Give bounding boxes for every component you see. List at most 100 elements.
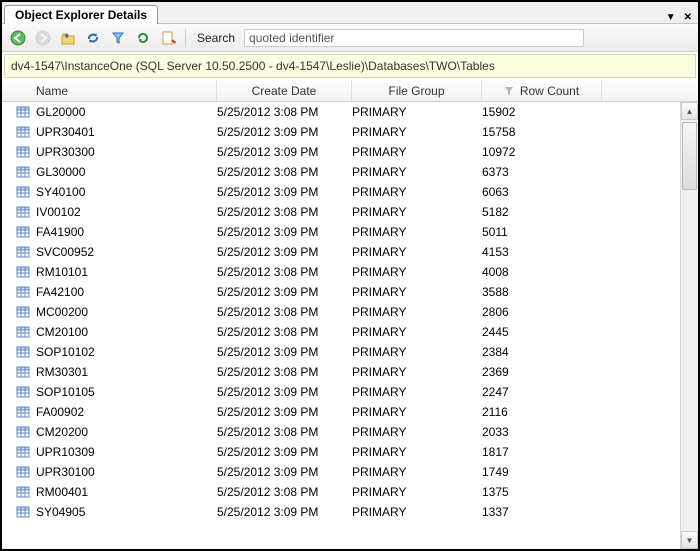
path-bar[interactable]: dv4-1547\InstanceOne (SQL Server 10.50.2… [4,54,696,78]
row-count: 2247 [482,385,602,399]
row-file-group: PRIMARY [352,165,482,179]
scroll-down-button[interactable]: ▼ [681,531,698,549]
search-input[interactable] [244,29,584,47]
row-create-date: 5/25/2012 3:09 PM [217,405,352,419]
back-button[interactable] [8,28,28,48]
pane-title-tab[interactable]: Object Explorer Details [4,5,158,24]
row-count: 6373 [482,165,602,179]
row-file-group: PRIMARY [352,285,482,299]
row-file-group: PRIMARY [352,265,482,279]
sync-button[interactable] [83,28,103,48]
row-name: UPR30401 [36,125,95,139]
table-row[interactable]: SVC009525/25/2012 3:09 PMPRIMARY4153 [2,242,680,262]
row-create-date: 5/25/2012 3:09 PM [217,345,352,359]
table-icon [16,185,30,199]
table-row[interactable]: IV001025/25/2012 3:08 PMPRIMARY5182 [2,202,680,222]
row-count: 2806 [482,305,602,319]
table-row[interactable]: GL30000 5/25/2012 3:08 PMPRIMARY6373 [2,162,680,182]
table-icon [16,445,30,459]
column-header-create-date[interactable]: Create Date [217,80,352,101]
row-create-date: 5/25/2012 3:08 PM [217,425,352,439]
rows-container: GL200005/25/2012 3:08 PMPRIMARY15902UPR3… [2,102,680,549]
row-name: GL30000 [36,165,85,179]
row-file-group: PRIMARY [352,145,482,159]
table-row[interactable]: FA42100 5/25/2012 3:09 PMPRIMARY3588 [2,282,680,302]
table-row[interactable]: SOP101055/25/2012 3:09 PMPRIMARY2247 [2,382,680,402]
column-header-row-count[interactable]: Row Count [482,80,602,101]
title-row: Object Explorer Details ▼ ✕ [2,2,698,24]
table-row[interactable]: RM101015/25/2012 3:08 PMPRIMARY4008 [2,262,680,282]
row-create-date: 5/25/2012 3:09 PM [217,285,352,299]
row-name: UPR10309 [36,445,95,459]
table-row[interactable]: MC002005/25/2012 3:08 PMPRIMARY2806 [2,302,680,322]
vertical-scrollbar[interactable]: ▲ ▼ [680,102,698,549]
folder-up-icon [60,30,76,46]
script-button[interactable] [158,28,178,48]
row-create-date: 5/25/2012 3:09 PM [217,225,352,239]
table-row[interactable]: UPR301005/25/2012 3:09 PMPRIMARY1749 [2,462,680,482]
toolbar: Search [2,24,698,52]
row-count: 3588 [482,285,602,299]
column-header-name[interactable]: Name [2,80,217,101]
row-create-date: 5/25/2012 3:08 PM [217,105,352,119]
table-icon [16,205,30,219]
column-header-file-group[interactable]: File Group [352,80,482,101]
row-create-date: 5/25/2012 3:08 PM [217,165,352,179]
table-row[interactable]: RM303015/25/2012 3:08 PMPRIMARY2369 [2,362,680,382]
row-create-date: 5/25/2012 3:09 PM [217,185,352,199]
row-name: RM10101 [36,265,88,279]
pane-title-text: Object Explorer Details [15,8,147,22]
table-row[interactable]: RM004015/25/2012 3:08 PMPRIMARY1375 [2,482,680,502]
table-list-body: GL200005/25/2012 3:08 PMPRIMARY15902UPR3… [2,102,698,549]
row-count: 2445 [482,325,602,339]
column-header-blank [602,80,680,101]
row-count: 2116 [482,405,602,419]
filter-button[interactable] [108,28,128,48]
scroll-track[interactable] [681,120,698,531]
row-name: FA42100 [36,285,84,299]
row-count: 1817 [482,445,602,459]
table-row[interactable]: CM201005/25/2012 3:08 PMPRIMARY2445 [2,322,680,342]
object-explorer-details-pane: Object Explorer Details ▼ ✕ Search [0,0,700,551]
table-row[interactable]: FA419005/25/2012 3:09 PMPRIMARY5011 [2,222,680,242]
row-count: 10972 [482,145,602,159]
row-name: SY04905 [36,505,85,519]
row-create-date: 5/25/2012 3:09 PM [217,245,352,259]
scroll-thumb[interactable] [682,122,697,190]
table-row[interactable]: CM202005/25/2012 3:08 PMPRIMARY2033 [2,422,680,442]
row-count: 2033 [482,425,602,439]
row-file-group: PRIMARY [352,385,482,399]
table-row[interactable]: UPR304015/25/2012 3:09 PMPRIMARY15758 [2,122,680,142]
table-row[interactable]: SY049055/25/2012 3:09 PMPRIMARY1337 [2,502,680,522]
row-file-group: PRIMARY [352,365,482,379]
table-row[interactable]: UPR103095/25/2012 3:09 PMPRIMARY1817 [2,442,680,462]
table-icon [16,145,30,159]
search-label: Search [197,31,235,45]
row-file-group: PRIMARY [352,305,482,319]
close-icon[interactable]: ✕ [684,12,692,23]
table-icon [16,345,30,359]
row-create-date: 5/25/2012 3:09 PM [217,505,352,519]
table-row[interactable]: SY401005/25/2012 3:09 PMPRIMARY6063 [2,182,680,202]
table-icon [16,365,30,379]
up-button[interactable] [58,28,78,48]
table-row[interactable]: UPR303005/25/2012 3:09 PMPRIMARY10972 [2,142,680,162]
row-name: IV00102 [36,205,81,219]
funnel-icon [110,30,126,46]
dropdown-arrow-icon[interactable]: ▼ [666,12,676,23]
table-icon [16,485,30,499]
table-row[interactable]: FA009025/25/2012 3:09 PMPRIMARY2116 [2,402,680,422]
table-icon [16,385,30,399]
table-row[interactable]: SOP101025/25/2012 3:09 PMPRIMARY2384 [2,342,680,362]
row-create-date: 5/25/2012 3:08 PM [217,305,352,319]
row-file-group: PRIMARY [352,405,482,419]
row-create-date: 5/25/2012 3:09 PM [217,465,352,479]
forward-button[interactable] [33,28,53,48]
row-create-date: 5/25/2012 3:09 PM [217,385,352,399]
scroll-up-button[interactable]: ▲ [681,102,698,120]
table-icon [16,285,30,299]
row-count: 15902 [482,105,602,119]
row-name: UPR30300 [36,145,95,159]
table-row[interactable]: GL200005/25/2012 3:08 PMPRIMARY15902 [2,102,680,122]
refresh-button[interactable] [133,28,153,48]
